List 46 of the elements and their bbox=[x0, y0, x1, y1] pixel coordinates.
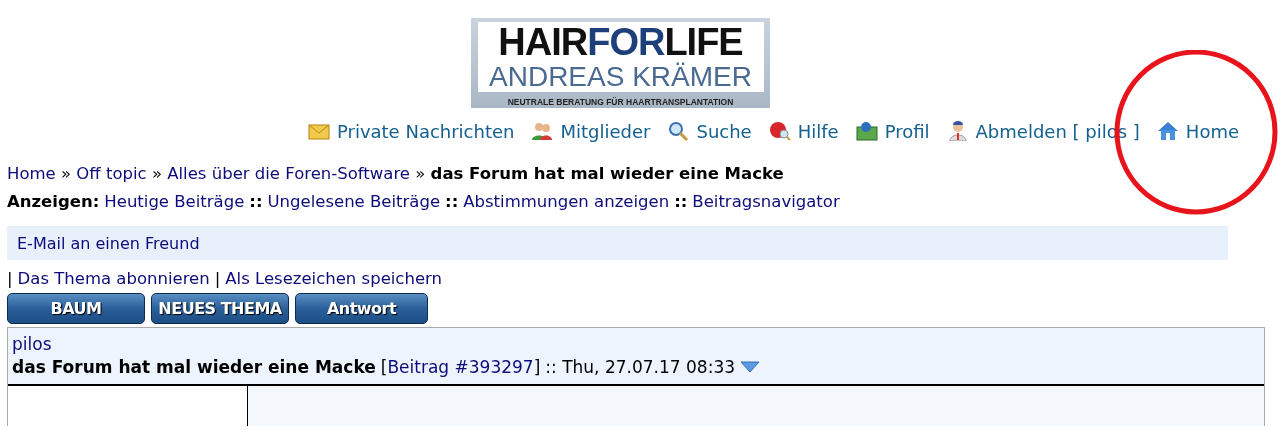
logo-name: ANDREAS KRÄMER bbox=[489, 62, 752, 92]
home-icon bbox=[1156, 121, 1179, 141]
logo-tagline: NEUTRALE BERATUNG FÜR HAARTRANSPLANTATION bbox=[507, 97, 734, 107]
breadcrumb-separator: » bbox=[151, 164, 162, 183]
post-number-link[interactable]: Beitrag #393297 bbox=[387, 357, 534, 377]
thread-link[interactable]: Als Lesezeichen speichern bbox=[225, 268, 442, 290]
post-subject: das Forum hat mal wieder eine Macke bbox=[12, 356, 376, 379]
nav-link[interactable]: Hilfe bbox=[768, 120, 839, 142]
view-link[interactable]: Heutige Beiträge bbox=[104, 191, 245, 213]
help-icon bbox=[768, 121, 791, 141]
link-separator: | bbox=[214, 268, 221, 290]
bracket: ] bbox=[533, 357, 541, 377]
link-separator: :: bbox=[445, 191, 459, 213]
person-icon bbox=[946, 121, 969, 141]
post-date: :: Thu, 27.07.17 08:33 bbox=[545, 356, 735, 379]
profile-card-icon bbox=[855, 121, 878, 141]
breadcrumb-link[interactable]: Alles über die Foren-Software bbox=[167, 164, 410, 183]
view-link[interactable]: Abstimmungen anzeigen bbox=[463, 191, 670, 213]
nav-link[interactable]: Home bbox=[1156, 120, 1239, 142]
nav-link[interactable]: Mitglieder bbox=[531, 120, 651, 142]
breadcrumb-link[interactable]: Off topic bbox=[76, 164, 147, 183]
post-author[interactable]: pilos bbox=[12, 333, 1260, 355]
nav-link[interactable]: Suche bbox=[667, 120, 752, 142]
breadcrumb-separator: » bbox=[61, 164, 72, 183]
nav-link[interactable]: Private Nachrichten bbox=[307, 120, 515, 142]
nav-link[interactable]: Profil bbox=[855, 120, 930, 142]
logo-brand: HAIRFORLIFE bbox=[498, 22, 743, 62]
thread-link[interactable]: Das Thema abonnieren bbox=[17, 268, 210, 290]
search-icon bbox=[667, 121, 690, 141]
show-label: Anzeigen: bbox=[7, 191, 100, 213]
forum-button[interactable]: Antwort bbox=[295, 293, 428, 324]
view-link[interactable]: Beitragsnavigator bbox=[692, 191, 840, 213]
breadcrumb-current: das Forum hat mal wieder eine Macke bbox=[430, 164, 784, 183]
envelope-icon bbox=[307, 121, 330, 141]
people-icon bbox=[531, 121, 554, 141]
link-separator: :: bbox=[674, 191, 688, 213]
breadcrumb-link[interactable]: Home bbox=[7, 164, 56, 183]
forum-button[interactable]: NEUES THEMA bbox=[151, 293, 289, 324]
view-link[interactable]: Ungelesene Beiträge bbox=[267, 191, 441, 213]
forum-button[interactable]: BAUM bbox=[7, 293, 145, 324]
bracket: [ bbox=[380, 357, 388, 377]
dropdown-triangle-icon[interactable] bbox=[740, 361, 760, 373]
link-separator: :: bbox=[249, 191, 263, 213]
breadcrumb-separator: » bbox=[415, 164, 426, 183]
link-separator: | bbox=[7, 268, 13, 290]
email-friend-link[interactable]: E-Mail an einen Freund bbox=[17, 233, 200, 253]
